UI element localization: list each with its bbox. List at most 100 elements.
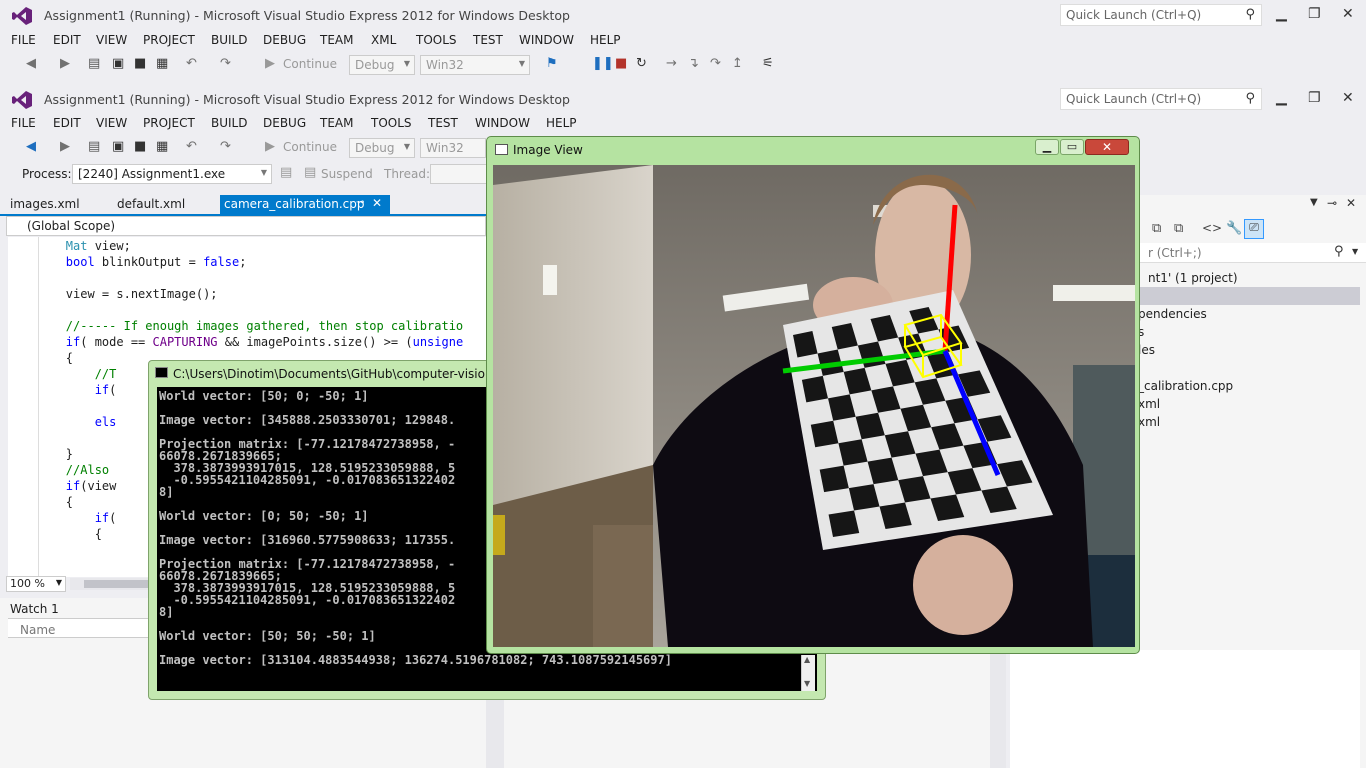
threads-icon[interactable]: ▤ <box>280 165 292 180</box>
step-out-icon[interactable]: ↥ <box>732 56 743 71</box>
menu-file[interactable]: FILE <box>11 33 36 47</box>
minimize-icon[interactable]: ▁ <box>1276 90 1287 106</box>
minimize-icon[interactable]: ▁ <box>1276 6 1287 22</box>
menu-window[interactable]: WINDOW <box>519 33 574 47</box>
menu-build[interactable]: BUILD <box>211 116 247 130</box>
menu-help[interactable]: HELP <box>546 116 577 130</box>
tree-item-cpp[interactable]: _calibration.cpp <box>1138 379 1233 393</box>
zoom-select[interactable]: 100 % ▼ <box>6 576 66 592</box>
redo-icon[interactable]: ↷ <box>220 139 231 154</box>
redo-icon[interactable]: ↷ <box>220 56 231 71</box>
close-tab-icon[interactable]: ✕ <box>372 196 382 210</box>
process-select[interactable]: [2240] Assignment1.exe ▼ <box>72 164 272 184</box>
console-line: -0.5955421104285091, -0.017083651322402 <box>159 593 456 607</box>
dropdown-arrow-icon[interactable]: ▼ <box>1310 197 1318 208</box>
scope-dropdown[interactable]: (Global Scope) <box>6 216 486 236</box>
step-into-icon[interactable]: ↴ <box>688 56 699 71</box>
menu-view[interactable]: VIEW <box>96 33 127 47</box>
menu-debug[interactable]: DEBUG <box>263 116 306 130</box>
stop-icon[interactable]: ■ <box>615 56 627 71</box>
tree-item-files[interactable]: les <box>1138 343 1155 357</box>
output-scrollbar[interactable] <box>990 650 1006 768</box>
open-icon[interactable]: ▣ <box>112 56 124 71</box>
tree-item-xml-2[interactable]: xml <box>1138 415 1160 429</box>
properties-wrench-icon[interactable]: 🔧 <box>1226 221 1242 236</box>
preview-icon[interactable]: ⎚ <box>1244 219 1264 239</box>
attach-icon[interactable]: ⚑ <box>546 56 558 71</box>
pause-icon[interactable]: ❚❚ <box>592 56 614 71</box>
restart-icon[interactable]: ↻ <box>636 56 647 71</box>
menu-view[interactable]: VIEW <box>96 116 127 130</box>
tree-item-dependencies[interactable]: pendencies <box>1138 307 1207 321</box>
menu-xml[interactable]: XML <box>371 33 396 47</box>
step-over-icon[interactable]: ↷ <box>710 56 721 71</box>
back-nav-icon[interactable]: ◀ <box>26 56 36 71</box>
menu-edit[interactable]: EDIT <box>53 116 81 130</box>
menu-tools[interactable]: TOOLS <box>416 33 457 47</box>
show-all-icon[interactable]: ⧉ <box>1174 221 1183 236</box>
menu-tools[interactable]: TOOLS <box>371 116 412 130</box>
back-nav-icon[interactable]: ◀ <box>26 139 36 154</box>
forward-nav-icon[interactable]: ▶ <box>60 56 70 71</box>
restore-icon[interactable]: ❐ <box>1308 6 1321 22</box>
continue-button[interactable]: Continue <box>283 140 337 154</box>
code-icon[interactable]: <> <box>1202 221 1222 235</box>
minimize-icon[interactable]: ▁ <box>1035 139 1059 155</box>
thread-select[interactable] <box>430 164 488 184</box>
menu-test[interactable]: TEST <box>428 116 458 130</box>
tree-item-xml-1[interactable]: xml <box>1138 397 1160 411</box>
tab-camera-calibration[interactable]: camera_calibration.cpp ⊸ ✕ <box>220 195 390 214</box>
menu-project[interactable]: PROJECT <box>143 116 195 130</box>
menu-build[interactable]: BUILD <box>211 33 247 47</box>
show-next-icon[interactable]: → <box>666 56 677 71</box>
config-select[interactable]: Debug ▼ <box>349 55 415 75</box>
continue-icon[interactable]: ▶ <box>265 139 275 154</box>
menu-project[interactable]: PROJECT <box>143 33 195 47</box>
restore-icon[interactable]: ❐ <box>1308 90 1321 106</box>
undo-icon[interactable]: ↶ <box>186 56 197 71</box>
breakpoint-icon[interactable]: ⚟ <box>762 56 774 71</box>
forward-nav-icon[interactable]: ▶ <box>60 139 70 154</box>
menu-team[interactable]: TEAM <box>320 33 353 47</box>
tab-images-xml[interactable]: images.xml <box>0 195 90 214</box>
tree-item-solution[interactable]: nt1' (1 project) <box>1148 271 1238 285</box>
quick-launch-input[interactable]: Quick Launch (Ctrl+Q) ⚲ <box>1060 88 1262 110</box>
menu-window[interactable]: WINDOW <box>475 116 530 130</box>
suspend-button[interactable]: Suspend <box>321 167 373 181</box>
save-icon[interactable]: ■ <box>134 139 146 154</box>
pin-icon[interactable]: ⊸ <box>356 197 364 208</box>
menu-debug[interactable]: DEBUG <box>263 33 306 47</box>
menu-edit[interactable]: EDIT <box>53 33 81 47</box>
tree-item-selected[interactable] <box>1138 287 1360 305</box>
new-file-icon[interactable]: ▤ <box>88 56 100 71</box>
continue-icon[interactable]: ▶ <box>265 56 275 71</box>
close-icon[interactable]: ✕ <box>1346 196 1356 210</box>
image-view-window[interactable]: Image View ▁ ▭ ✕ <box>486 136 1140 654</box>
config-select[interactable]: Debug ▼ <box>349 138 415 158</box>
dropdown-arrow-icon[interactable]: ▼ <box>1352 247 1358 256</box>
save-all-icon[interactable]: ▦ <box>156 56 168 71</box>
menu-help[interactable]: HELP <box>590 33 621 47</box>
menu-test[interactable]: TEST <box>473 33 503 47</box>
save-all-icon[interactable]: ▦ <box>156 139 168 154</box>
collapse-all-icon[interactable]: ⧉ <box>1152 221 1161 236</box>
continue-button[interactable]: Continue <box>283 57 337 71</box>
close-icon[interactable]: ✕ <box>1342 6 1354 22</box>
platform-select[interactable]: Win32 ▼ <box>420 55 530 75</box>
close-icon[interactable]: ✕ <box>1085 139 1129 155</box>
suspend-icon[interactable]: ▤ <box>304 165 316 180</box>
menu-file[interactable]: FILE <box>11 116 36 130</box>
open-icon[interactable]: ▣ <box>112 139 124 154</box>
console-scrollbar[interactable]: ▲ ▼ <box>801 655 815 691</box>
undo-icon[interactable]: ↶ <box>186 139 197 154</box>
solution-search-input[interactable]: r (Ctrl+;) ⚲ ▼ <box>1138 243 1366 263</box>
maximize-icon[interactable]: ▭ <box>1060 139 1084 155</box>
menu-team[interactable]: TEAM <box>320 116 353 130</box>
tab-default-xml[interactable]: default.xml <box>107 195 195 214</box>
platform-select[interactable]: Win32 <box>420 138 486 158</box>
close-icon[interactable]: ✕ <box>1342 90 1354 106</box>
new-file-icon[interactable]: ▤ <box>88 139 100 154</box>
save-icon[interactable]: ■ <box>134 56 146 71</box>
quick-launch-input[interactable]: Quick Launch (Ctrl+Q) ⚲ <box>1060 4 1262 26</box>
pin-icon[interactable]: ⊸ <box>1327 196 1337 210</box>
